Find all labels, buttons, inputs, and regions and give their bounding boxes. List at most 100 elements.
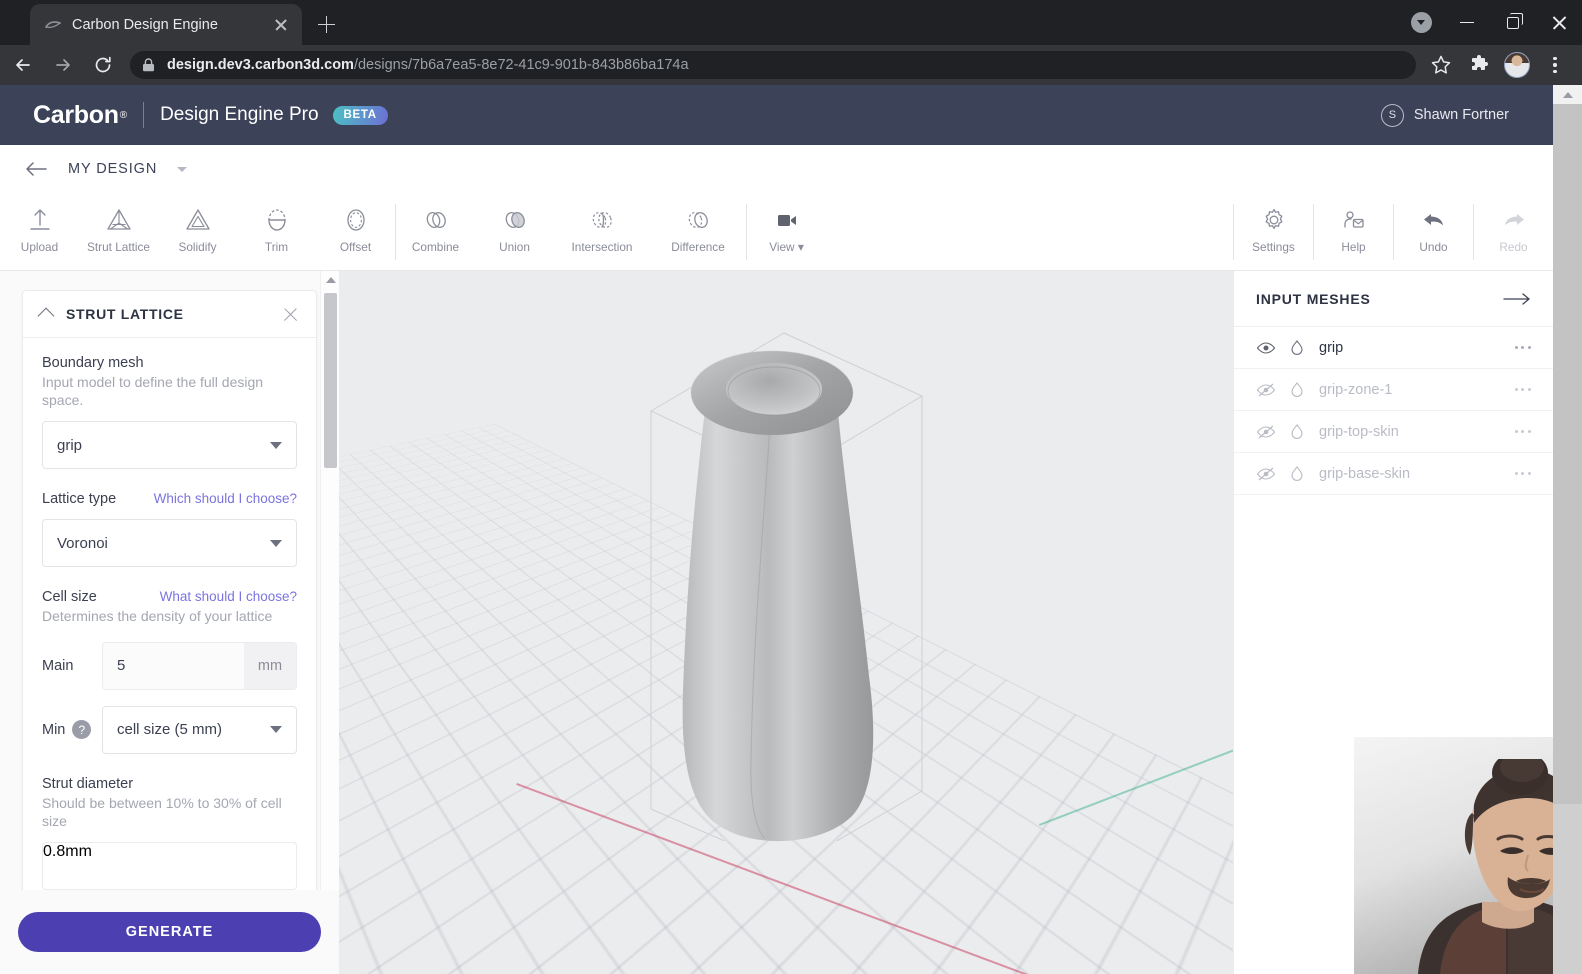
boundary-mesh-field: Boundary mesh Input model to define the … <box>42 355 297 470</box>
union-icon <box>502 205 528 235</box>
generate-button[interactable]: GENERATE <box>18 912 321 952</box>
cell-size-main-value: 5 <box>103 642 244 689</box>
boundary-mesh-select[interactable]: grip <box>42 421 297 470</box>
more-options-icon[interactable] <box>1514 471 1531 476</box>
upload-icon <box>27 205 53 235</box>
eye-icon[interactable] <box>1256 338 1276 358</box>
puzzle-piece-icon[interactable] <box>1462 48 1496 82</box>
update-chevron-icon[interactable] <box>1398 0 1444 45</box>
back-arrow-icon[interactable] <box>24 160 48 178</box>
page-title: MY DESIGN <box>68 161 158 177</box>
chevron-down-icon <box>270 539 282 547</box>
lattice-type-help-link[interactable]: Which should I choose? <box>154 491 297 506</box>
strut-diameter-field: Strut diameter Should be between 10% to … <box>42 776 297 890</box>
generate-footer: GENERATE <box>0 890 339 974</box>
browser-tab[interactable]: Carbon Design Engine <box>30 4 302 45</box>
url-path: /designs/7b6a7ea5-8e72-41c9-901b-843b86b… <box>353 57 689 73</box>
toolbar-label: View ▾ <box>769 239 804 254</box>
toolbar-label: Trim <box>264 239 289 254</box>
difference-icon <box>685 205 711 235</box>
maximize-icon[interactable] <box>1490 0 1536 45</box>
list-item[interactable]: grip-base-skin <box>1234 453 1553 495</box>
more-options-icon[interactable] <box>1514 429 1531 434</box>
toolbar-item-settings[interactable]: Settings <box>1234 202 1313 262</box>
product-name: Design Engine Pro <box>160 104 319 125</box>
back-arrow-icon[interactable] <box>6 48 40 82</box>
close-icon[interactable] <box>282 306 299 323</box>
chevron-up-icon[interactable] <box>37 307 55 325</box>
user-menu[interactable]: S Shawn Fortner <box>1380 103 1509 127</box>
star-icon[interactable] <box>1424 48 1458 82</box>
chevron-down-icon <box>270 726 282 734</box>
toolbar-item-trim[interactable]: Trim <box>237 202 316 262</box>
toolbar-label: Upload <box>20 239 59 254</box>
toolbar-item-help[interactable]: Help <box>1314 202 1393 262</box>
chevron-down-icon[interactable] <box>177 166 188 172</box>
mesh-name: grip-zone-1 <box>1319 381 1393 398</box>
undo-arrow-icon <box>1421 205 1447 235</box>
panel-header[interactable]: STRUT LATTICE <box>23 291 316 338</box>
logo-divider <box>143 102 145 128</box>
eye-off-icon[interactable] <box>1256 464 1276 484</box>
reload-icon[interactable] <box>86 48 120 82</box>
minimize-icon[interactable] <box>1444 0 1490 45</box>
cell-size-help-link[interactable]: What should I choose? <box>160 589 297 604</box>
mesh-drop-icon <box>1291 465 1303 481</box>
avatar: S <box>1380 103 1404 127</box>
toolbar-item-intersection[interactable]: Intersection <box>554 202 650 262</box>
window-controls <box>1398 0 1582 45</box>
cell-size-hint: Determines the density of your lattice <box>42 608 273 625</box>
lock-icon <box>143 58 154 72</box>
toolbar-item-upload[interactable]: Upload <box>0 202 79 262</box>
eye-off-icon[interactable] <box>1256 380 1276 400</box>
left-panel: STRUT LATTICE Boundary mesh Input model … <box>0 271 339 974</box>
tab-close-icon[interactable] <box>270 14 292 36</box>
boundary-mesh-label: Boundary mesh <box>42 355 144 371</box>
cell-size-min-row: Min ? cell size (5 mm) <box>42 705 297 754</box>
new-tab-button[interactable] <box>313 11 340 38</box>
page-scrollbar-thumb[interactable] <box>1553 104 1582 804</box>
toolbar-item-strut-lattice[interactable]: Strut Lattice <box>79 202 158 262</box>
left-panel-scrollbar[interactable] <box>320 271 339 974</box>
page-scroll-up-arrow-icon[interactable] <box>1553 85 1582 104</box>
strut-diameter-input[interactable]: 0.8 mm <box>42 841 297 890</box>
toolbar-item-union[interactable]: Union <box>475 202 554 262</box>
lattice-type-select[interactable]: Voronoi <box>42 519 297 568</box>
cell-size-min-select[interactable]: cell size (5 mm) <box>102 705 297 754</box>
toolbar-item-combine[interactable]: Combine <box>396 202 475 262</box>
cell-size-label: Cell size <box>42 589 97 606</box>
toolbar-item-solidify[interactable]: Solidify <box>158 202 237 262</box>
grip-model[interactable] <box>679 331 899 851</box>
scroll-up-arrow-icon[interactable] <box>321 271 339 289</box>
cell-size-min-label: Min ? <box>42 720 102 740</box>
list-item[interactable]: grip <box>1234 327 1553 369</box>
mesh-name: grip-base-skin <box>1319 465 1411 482</box>
toolbar-item-undo[interactable]: Undo <box>1394 202 1473 262</box>
arrow-right-icon[interactable] <box>1503 292 1531 306</box>
address-bar[interactable]: design.dev3.carbon3d.com/designs/7b6a7ea… <box>130 51 1416 79</box>
question-mark-icon[interactable]: ? <box>72 720 92 740</box>
chevron-down-icon <box>270 441 282 449</box>
3d-viewport[interactable]: z y x <box>339 271 1233 974</box>
forward-arrow-icon[interactable] <box>46 48 80 82</box>
profile-avatar-icon[interactable] <box>1500 48 1534 82</box>
toolbar-item-view[interactable]: View ▾ <box>747 202 826 262</box>
cell-size-main-input[interactable]: 5 mm <box>102 641 297 690</box>
scrollbar-thumb[interactable] <box>324 293 337 468</box>
list-item[interactable]: grip-zone-1 <box>1234 369 1553 411</box>
intersection-icon <box>589 205 615 235</box>
more-options-icon[interactable] <box>1514 345 1531 350</box>
close-icon[interactable] <box>1536 0 1582 45</box>
toolbar-item-offset[interactable]: Offset <box>316 202 395 262</box>
brand-logo[interactable]: Carbon ® Design Engine Pro BETA <box>33 101 388 130</box>
app-header: Carbon ® Design Engine Pro BETA S Shawn … <box>0 85 1553 145</box>
eye-off-icon[interactable] <box>1256 422 1276 442</box>
toolbar-item-difference[interactable]: Difference <box>650 202 746 262</box>
more-options-icon[interactable] <box>1514 387 1531 392</box>
list-item[interactable]: grip-top-skin <box>1234 411 1553 453</box>
redo-arrow-icon <box>1501 205 1527 235</box>
toolbar-label: Intersection <box>571 239 633 254</box>
url-domain: design.dev3.carbon3d.com <box>167 57 354 73</box>
three-dot-menu-icon[interactable] <box>1538 48 1572 82</box>
page-scrollbar[interactable] <box>1553 85 1582 974</box>
